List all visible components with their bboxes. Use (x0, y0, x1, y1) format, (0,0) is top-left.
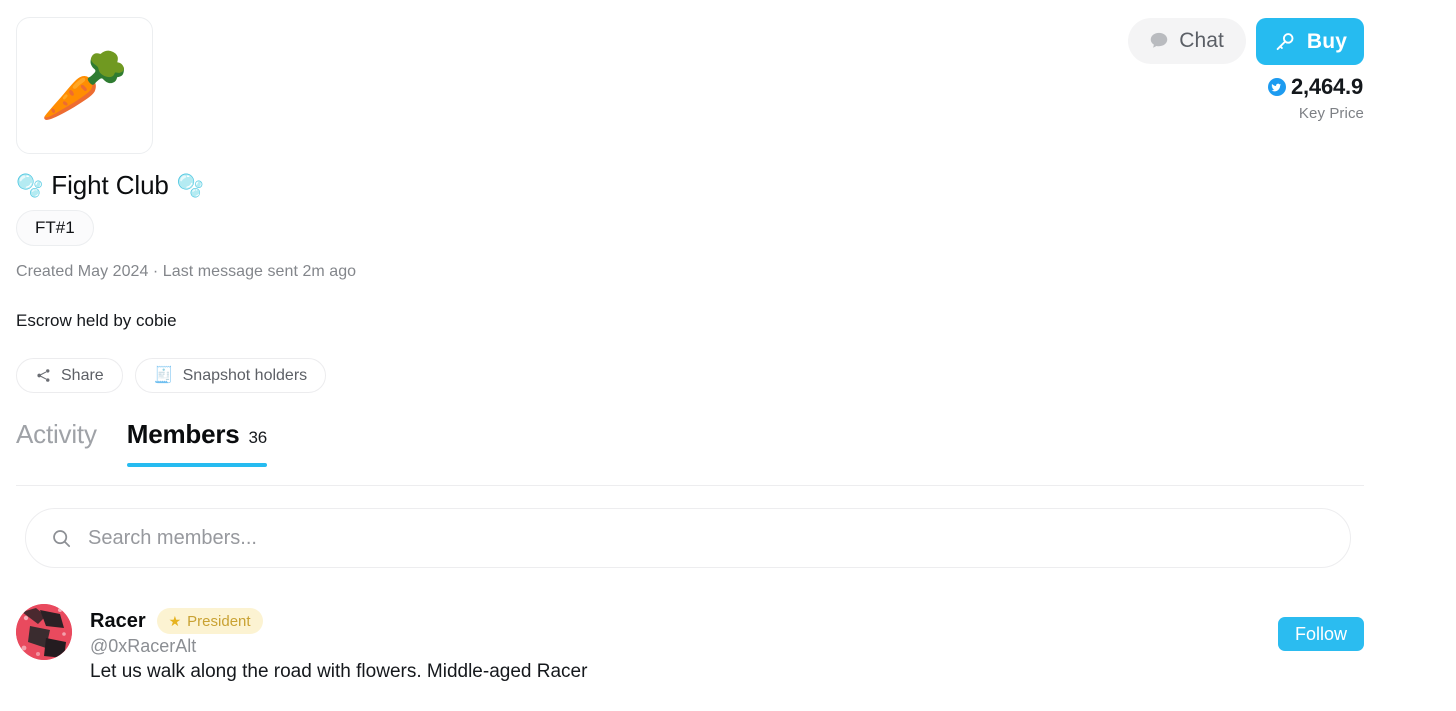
title-emoji-left-icon: 🫧 (16, 172, 44, 198)
room-meta: Created May 2024 · Last message sent 2m … (16, 263, 357, 280)
member-name: Racer (90, 609, 146, 632)
top-actions: Chat Buy 2,464.9 Key Price (1128, 18, 1364, 122)
page-title-text: Fight Club (51, 170, 169, 200)
follow-button[interactable]: Follow (1277, 617, 1364, 651)
room-avatar[interactable]: 🥕 (16, 17, 153, 154)
room-page: Chat Buy 2,464.9 Key Price 🥕 🫧 Fight Clu… (0, 0, 1456, 711)
scroll-icon: 🧾 (153, 366, 174, 384)
coin-icon (1267, 78, 1286, 96)
tab-members[interactable]: Members 36 (126, 419, 268, 467)
search-input[interactable] (88, 526, 1326, 550)
tab-activity[interactable]: Activity (16, 419, 97, 467)
tab-activity-label: Activity (16, 419, 97, 449)
escrow-info: Escrow held by cobie (16, 311, 177, 330)
tab-members-count: 36 (248, 428, 268, 447)
carrot-icon: 🥕 (39, 45, 130, 126)
key-price-value: 2,464.9 (1290, 74, 1363, 99)
share-icon (35, 367, 52, 384)
star-icon: ★ (168, 613, 182, 629)
chat-button-label: Chat (1179, 29, 1224, 52)
member-handle[interactable]: @0xRacerAlt (90, 636, 1260, 657)
tab-divider (16, 485, 1364, 486)
chat-bubble-icon (1148, 30, 1170, 52)
buy-button-label: Buy (1306, 29, 1348, 53)
action-pills: Share 🧾 Snapshot holders (16, 358, 327, 393)
search-bar[interactable] (25, 508, 1351, 568)
chat-button[interactable]: Chat (1128, 18, 1246, 64)
status-badge: ★ President (156, 608, 263, 634)
status-badge-label: President (187, 612, 251, 630)
snapshot-holders-button-label: Snapshot holders (182, 366, 308, 384)
ft-badge: FT#1 (16, 210, 94, 246)
key-price: 2,464.9 (1267, 74, 1363, 100)
share-button[interactable]: Share (16, 358, 123, 393)
tab-bar: Activity Members 36 (16, 419, 268, 467)
list-item[interactable]: Racer ★ President @0xRacerAlt Let us wal… (16, 604, 1364, 683)
member-bio: Let us walk along the road with flowers.… (90, 661, 588, 682)
key-icon (1273, 30, 1297, 54)
search-icon (50, 527, 73, 550)
tab-members-label: Members (126, 419, 240, 449)
title-emoji-right-icon: 🫧 (176, 172, 205, 198)
share-button-label: Share (61, 366, 104, 384)
member-name-row: Racer ★ President (90, 608, 1260, 634)
buy-column: Buy 2,464.9 Key Price (1256, 18, 1364, 122)
key-price-label: Key Price (1298, 105, 1364, 122)
snapshot-holders-button[interactable]: 🧾 Snapshot holders (134, 358, 327, 393)
buy-button[interactable]: Buy (1256, 18, 1364, 65)
member-info: Racer ★ President @0xRacerAlt Let us wal… (90, 604, 1260, 683)
page-title: 🫧 Fight Club 🫧 (16, 170, 204, 201)
avatar[interactable] (16, 604, 72, 660)
